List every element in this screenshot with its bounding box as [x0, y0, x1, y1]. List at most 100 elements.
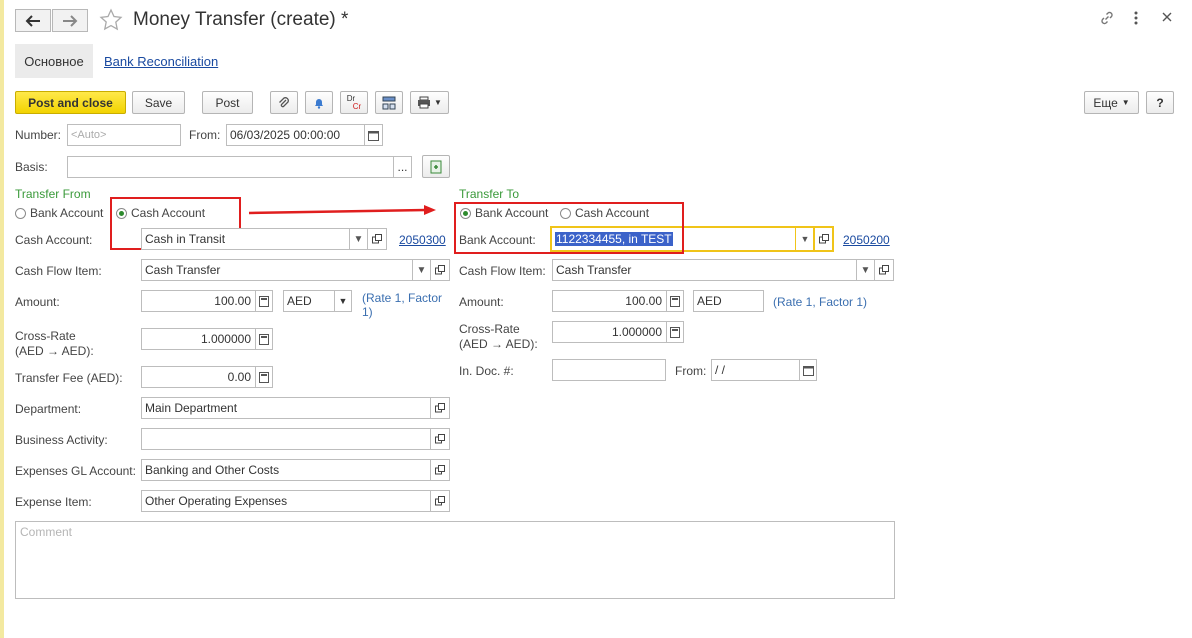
cash-account-value: Cash in Transit [145, 232, 226, 246]
from-amount-label: Amount: [15, 295, 60, 309]
in-doc-from-label: From: [675, 364, 707, 378]
forward-button[interactable] [52, 9, 88, 32]
open-cash-account-icon[interactable] [367, 228, 387, 250]
structure-button[interactable] [375, 91, 403, 114]
page-title: Money Transfer (create) * [133, 9, 349, 30]
post-button[interactable]: Post [202, 91, 253, 114]
to-cash-flow-label: Cash Flow Item: [459, 264, 546, 278]
to-rate-text: (Rate 1, Factor 1) [773, 295, 868, 309]
tab-bank-reconciliation[interactable]: Bank Reconciliation [104, 54, 218, 69]
paperclip-icon [279, 96, 289, 107]
to-cross-rate-label: Cross-Rate (AED → AED): [459, 322, 538, 352]
transfer-fee-label: Transfer Fee (AED): [15, 371, 123, 385]
transfer-from-title: Transfer From [15, 187, 91, 201]
arrow-left-icon [25, 14, 40, 27]
from-currency-field[interactable]: AED [283, 290, 335, 312]
cash-account-field[interactable]: Cash in Transit ▼ [141, 228, 368, 250]
number-label: Number: [15, 128, 62, 142]
dropdown-arrow-icon[interactable]: ▼ [349, 229, 367, 249]
chevron-down-icon[interactable]: ▼ [334, 290, 352, 312]
bank-account-code-link[interactable]: 2050200 [843, 233, 890, 247]
to-currency-field[interactable]: AED [693, 290, 764, 312]
attachment-button[interactable] [270, 91, 298, 114]
calculator-icon[interactable] [255, 290, 273, 312]
transfer-fee-field[interactable]: 0.00 [141, 366, 256, 388]
add-document-icon [430, 160, 442, 173]
calculator-icon[interactable] [255, 328, 273, 350]
from-cross-rate-label-line2: (AED → AED): [15, 344, 94, 358]
from-cross-rate-label: Cross-Rate (AED → AED): [15, 329, 94, 359]
calculator-icon[interactable] [666, 321, 684, 343]
more-button-label: Еще [1093, 95, 1118, 110]
fill-from-basis-button[interactable] [422, 155, 450, 178]
open-expenses-gl-icon[interactable] [430, 459, 450, 481]
in-doc-field[interactable] [552, 359, 666, 381]
more-button[interactable]: Еще ▼ [1084, 91, 1139, 114]
from-amount-field[interactable]: 100.00 [141, 290, 256, 312]
transfer-to-title: Transfer To [459, 187, 520, 201]
link-icon[interactable] [1097, 10, 1117, 31]
credit-icon: Cr [352, 101, 362, 111]
in-doc-label: In. Doc. #: [459, 364, 514, 378]
help-button[interactable]: ? [1146, 91, 1174, 114]
open-to-cash-flow-icon[interactable] [874, 259, 894, 281]
open-department-icon[interactable] [430, 397, 450, 419]
to-cross-rate-field[interactable]: 1.000000 [552, 321, 667, 343]
annotation-arrow [248, 205, 436, 215]
calendar-icon[interactable] [364, 124, 383, 146]
to-cash-flow-value: Cash Transfer [556, 263, 632, 277]
open-business-activity-icon[interactable] [430, 428, 450, 450]
notification-button[interactable] [305, 91, 333, 114]
to-cross-rate-label-line1: Cross-Rate [459, 322, 520, 336]
comment-field[interactable]: Comment [15, 521, 895, 599]
radio-off-icon [15, 207, 26, 219]
dropdown-arrow-icon[interactable]: ▼ [795, 228, 813, 250]
in-doc-date-field[interactable]: / / [711, 359, 800, 381]
from-cross-rate-label-line1: Cross-Rate [15, 329, 76, 343]
number-field[interactable]: <Auto> [67, 124, 181, 146]
dr-cr-button[interactable]: Dr Cr [340, 91, 368, 114]
cash-account-code-link[interactable]: 2050300 [399, 233, 446, 247]
left-accent-bar [0, 0, 4, 638]
from-cash-flow-value: Cash Transfer [145, 263, 221, 277]
from-cash-flow-field[interactable]: Cash Transfer ▼ [141, 259, 431, 281]
basis-select-button[interactable]: ... [393, 156, 412, 178]
post-and-close-button[interactable]: Post and close [15, 91, 126, 114]
open-bank-account-icon[interactable] [813, 226, 834, 252]
close-icon[interactable] [1157, 10, 1177, 28]
hierarchy-icon [382, 96, 396, 109]
more-actions-icon[interactable] [1126, 10, 1146, 31]
dropdown-arrow-icon[interactable]: ▼ [412, 260, 430, 280]
open-expense-item-icon[interactable] [430, 490, 450, 512]
expenses-gl-field[interactable]: Banking and Other Costs [141, 459, 431, 481]
to-amount-label: Amount: [459, 295, 504, 309]
to-amount-field[interactable]: 100.00 [552, 290, 667, 312]
calendar-icon[interactable] [799, 359, 817, 381]
department-label: Department: [15, 402, 82, 416]
back-button[interactable] [15, 9, 51, 32]
from-cross-rate-field[interactable]: 1.000000 [141, 328, 256, 350]
favorite-star-icon[interactable] [99, 8, 123, 35]
calculator-icon[interactable] [666, 290, 684, 312]
to-cash-flow-field[interactable]: Cash Transfer ▼ [552, 259, 875, 281]
print-button[interactable]: ▼ [410, 91, 449, 114]
basis-label: Basis: [15, 160, 48, 174]
from-date-label: From: [189, 128, 221, 142]
comment-placeholder: Comment [20, 525, 73, 539]
expense-item-field[interactable]: Other Operating Expenses [141, 490, 431, 512]
business-activity-field[interactable] [141, 428, 431, 450]
tab-main[interactable]: Основное [15, 44, 93, 78]
from-cash-flow-label: Cash Flow Item: [15, 264, 102, 278]
to-cross-rate-label-line2: (AED → AED): [459, 337, 538, 351]
cash-account-label: Cash Account: [15, 233, 93, 247]
from-radio-bank-account[interactable]: Bank Account [15, 206, 103, 220]
expense-item-label: Expense Item: [15, 495, 92, 509]
bell-icon [315, 98, 323, 109]
calculator-icon[interactable] [255, 366, 273, 388]
save-button[interactable]: Save [132, 91, 185, 114]
dropdown-arrow-icon[interactable]: ▼ [856, 260, 874, 280]
from-date-field[interactable]: 06/03/2025 00:00:00 [226, 124, 366, 146]
basis-field[interactable] [67, 156, 394, 178]
open-cash-flow-icon[interactable] [430, 259, 450, 281]
department-field[interactable]: Main Department [141, 397, 431, 419]
